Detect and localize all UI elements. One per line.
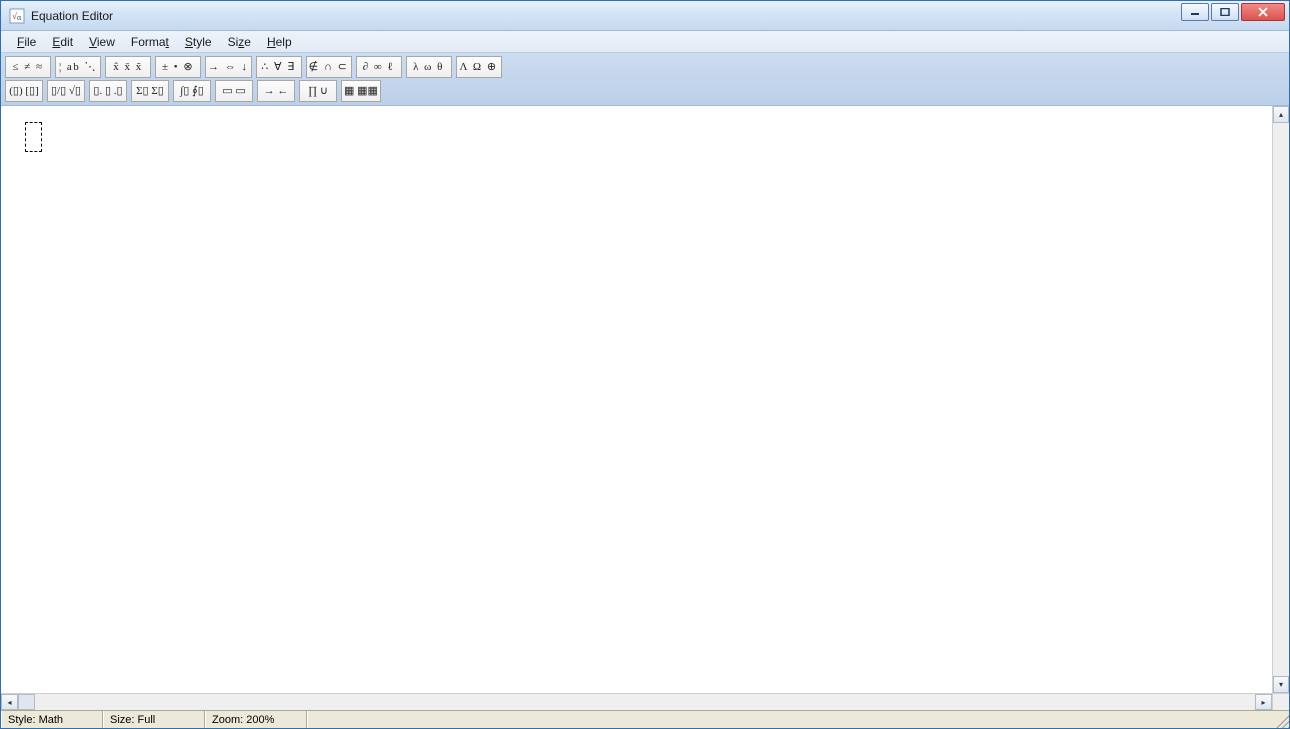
resize-grip[interactable]	[1272, 711, 1289, 728]
status-spacer	[307, 711, 1272, 728]
operator-symbols[interactable]: ± • ⊗	[156, 57, 200, 77]
relational-symbols[interactable]: ≤ ≠ ≈	[6, 57, 50, 77]
scroll-left-button[interactable]: ◂	[1, 694, 18, 710]
misc-symbols[interactable]: ∂ ∞ ℓ	[357, 57, 401, 77]
scroll-right-button[interactable]: ▸	[1255, 694, 1272, 710]
status-style: Style: Math	[1, 711, 103, 728]
status-size: Size: Full	[103, 711, 205, 728]
scroll-track-vertical[interactable]	[1273, 123, 1289, 676]
menu-format[interactable]: Format	[123, 33, 177, 51]
menu-edit[interactable]: Edit	[44, 33, 81, 51]
minimize-button[interactable]	[1181, 3, 1209, 21]
horizontal-scrollbar-row: ◂ ▸	[1, 693, 1289, 710]
scroll-up-button[interactable]: ▴	[1273, 106, 1289, 123]
embellishments[interactable]: x̂ x̄ x̃	[106, 57, 150, 77]
menu-view[interactable]: View	[81, 33, 123, 51]
scrollbar-corner	[1272, 694, 1289, 710]
scroll-track-horizontal[interactable]	[35, 694, 1255, 710]
spaces-ellipsis[interactable]: ¦ ab ⋱	[56, 57, 100, 77]
greek-upper[interactable]: Λ Ω ⊕	[457, 57, 501, 77]
titlebar[interactable]: √ α Equation Editor	[1, 1, 1289, 31]
menubar: File Edit View Format Style Size Help	[1, 31, 1289, 53]
matrices[interactable]: ▦ ▦▦	[342, 81, 380, 101]
summation[interactable]: Σ▯ Σ▯	[132, 81, 168, 101]
fences[interactable]: (▯) [▯]	[6, 81, 42, 101]
equation-canvas[interactable]	[1, 106, 1272, 693]
set-theory[interactable]: ∉ ∩ ⊂	[307, 57, 351, 77]
menu-file[interactable]: File	[9, 33, 44, 51]
app-icon: √ α	[9, 8, 25, 24]
labeled-arrows[interactable]: → ←	[258, 81, 294, 101]
products[interactable]: ∏ ∪	[300, 81, 336, 101]
equation-insertion-slot[interactable]	[25, 122, 42, 152]
vertical-scrollbar[interactable]: ▴ ▾	[1272, 106, 1289, 693]
fractions-radicals[interactable]: ▯/▯ √▯	[48, 81, 84, 101]
integrals[interactable]: ∫▯ ∮▯	[174, 81, 210, 101]
horizontal-scrollbar[interactable]: ◂ ▸	[1, 694, 1272, 710]
maximize-button[interactable]	[1211, 3, 1239, 21]
greek-lower[interactable]: λ ω θ	[407, 57, 451, 77]
menu-style[interactable]: Style	[177, 33, 220, 51]
scroll-down-button[interactable]: ▾	[1273, 676, 1289, 693]
toolbar-area: ≤ ≠ ≈ ¦ ab ⋱ x̂ x̄ x̃ ± • ⊗ → ⇔ ↓ ∴ ∀ ∃ ∉ ∩ ⊂ ∂…	[1, 53, 1289, 106]
window-title: Equation Editor	[31, 9, 113, 23]
statusbar: Style: Math Size: Full Zoom: 200%	[1, 710, 1289, 728]
logical-symbols[interactable]: ∴ ∀ ∃	[257, 57, 301, 77]
bars[interactable]: ▭ ▭	[216, 81, 252, 101]
scroll-thumb[interactable]	[18, 694, 35, 710]
workspace: ▴ ▾	[1, 106, 1289, 693]
sub-super[interactable]: ▯. ▯ .▯	[90, 81, 126, 101]
status-zoom: Zoom: 200%	[205, 711, 307, 728]
arrows[interactable]: → ⇔ ↓	[206, 57, 251, 77]
menu-help[interactable]: Help	[259, 33, 300, 51]
close-button[interactable]	[1241, 3, 1285, 21]
menu-size[interactable]: Size	[220, 33, 259, 51]
